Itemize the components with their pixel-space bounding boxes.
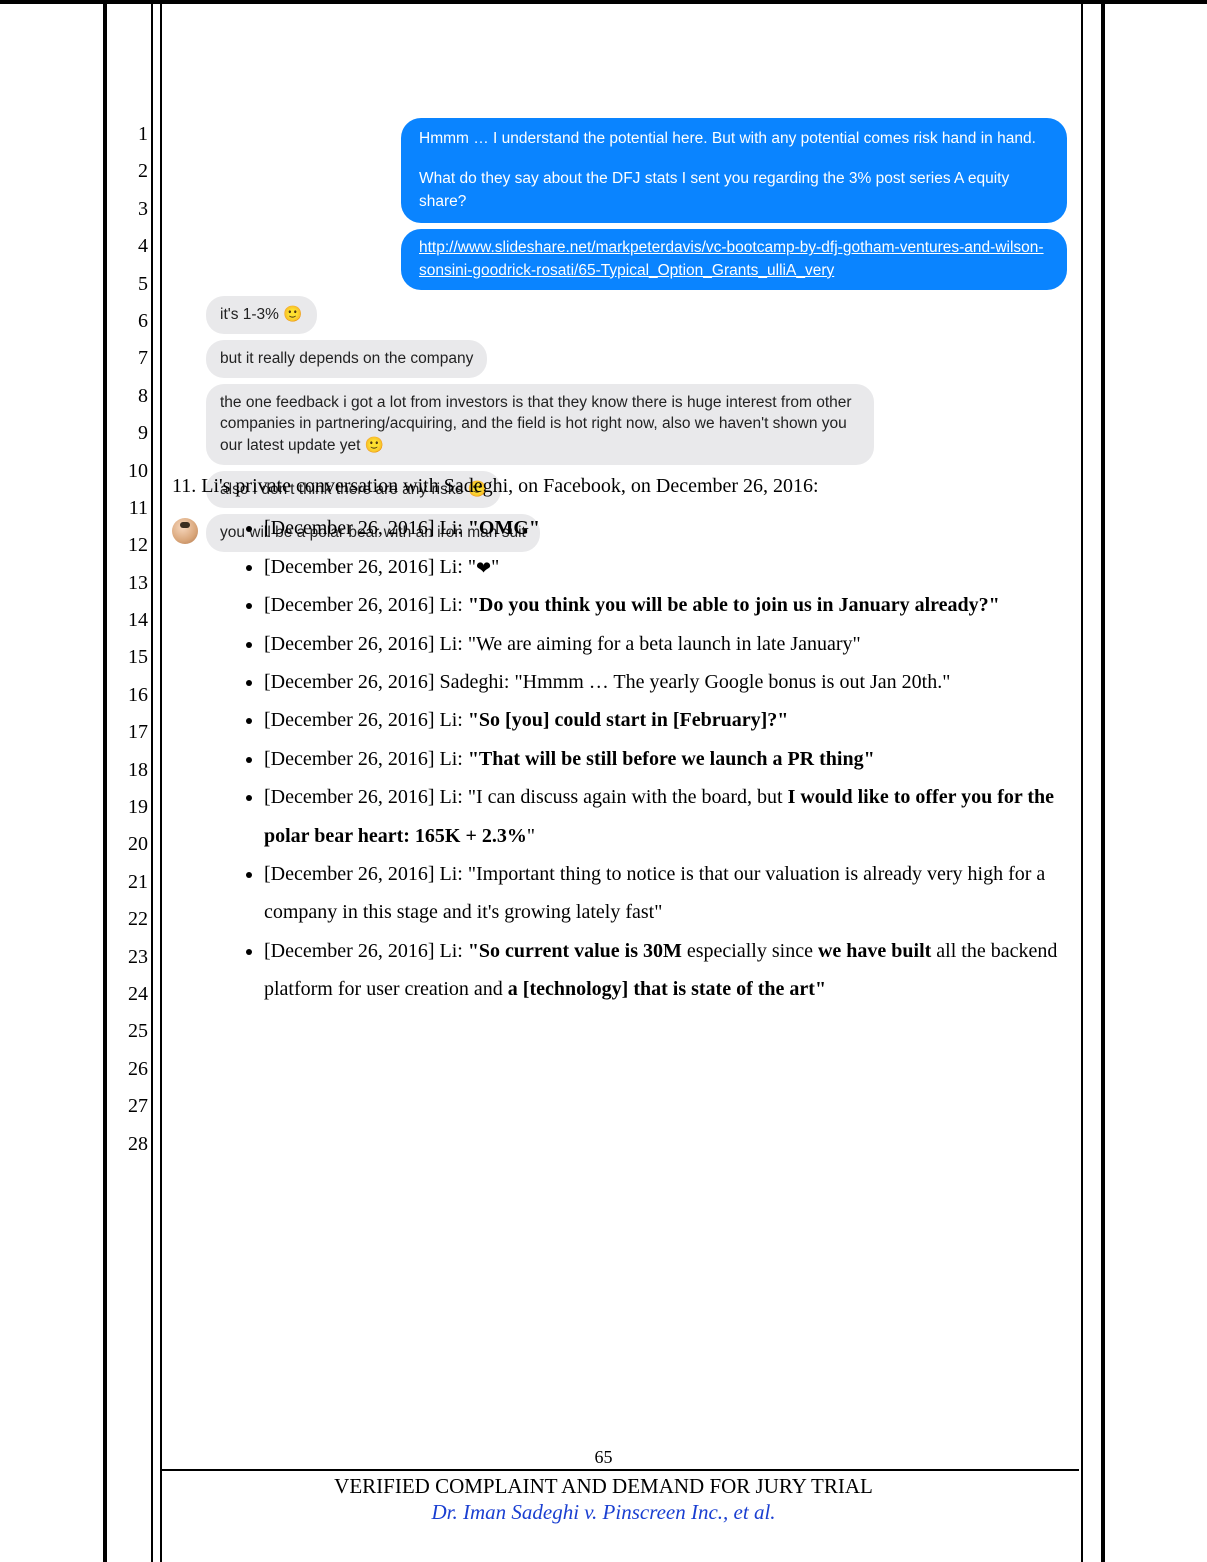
line-number: 3 [108, 191, 148, 228]
chat-bubble-received-3: the one feedback i got a lot from invest… [206, 384, 874, 465]
chat-text: What do they say about the DFJ stats I s… [419, 168, 1049, 213]
list-item: [December 26, 2016] Li: "I can discuss a… [264, 778, 1067, 855]
chat-bubble-sent-1: Hmmm … I understand the potential here. … [401, 118, 1067, 223]
chat-bubble-received-2: but it really depends on the company [206, 340, 487, 378]
line-number: 5 [108, 266, 148, 303]
line-number: 13 [108, 565, 148, 602]
rule-left [151, 0, 153, 1562]
chat-text: Hmmm … I understand the potential here. … [419, 128, 1049, 150]
line-number: 28 [108, 1126, 148, 1163]
frame-left [103, 0, 107, 1562]
line-number: 27 [108, 1088, 148, 1125]
line-number: 24 [108, 976, 148, 1013]
list-item: [December 26, 2016] Li: "So current valu… [264, 932, 1067, 1009]
chat-text: it's 1-3% [220, 306, 283, 323]
rule-right [1081, 0, 1083, 1562]
line-number: 15 [108, 639, 148, 676]
smile-emoji-icon: 🙂 [283, 306, 302, 323]
rule-left-inner [160, 0, 162, 1562]
list-item: [December 26, 2016] Li: "We are aiming f… [264, 625, 1067, 663]
smile-emoji-icon: 🙂 [365, 437, 384, 454]
footer-rule [162, 1469, 1079, 1471]
list-item: [December 26, 2016] Li: "OMG" [264, 509, 1067, 547]
chat-link[interactable]: http://www.slideshare.net/markpeterdavis… [419, 239, 1044, 278]
list-item: [December 26, 2016] Li: "So [you] could … [264, 701, 1067, 739]
line-number: 17 [108, 714, 148, 751]
line-number: 9 [108, 415, 148, 452]
line-number: 19 [108, 789, 148, 826]
list-item: [December 26, 2016] Sadeghi: "Hmmm … The… [264, 663, 1067, 701]
heart-icon: ❤ [476, 558, 491, 578]
line-number: 8 [108, 378, 148, 415]
line-number: 23 [108, 939, 148, 976]
line-number: 22 [108, 901, 148, 938]
list-item: [December 26, 2016] Li: "Do you think yo… [264, 586, 1067, 624]
chat-text: the one feedback i got a lot from invest… [220, 394, 852, 454]
line-number: 1 [108, 116, 148, 153]
list-item: [December 26, 2016] Li: "Important thing… [264, 855, 1067, 932]
page-number: 65 [0, 1447, 1207, 1468]
line-number: 7 [108, 340, 148, 377]
chat-bubble-sent-2: http://www.slideshare.net/markpeterdavis… [401, 229, 1067, 290]
paragraph-11-block: 11. Li's private conversation with Sadeg… [172, 467, 1067, 1008]
list-item: [December 26, 2016] Li: "That will be st… [264, 740, 1067, 778]
line-number: 21 [108, 864, 148, 901]
content-area: Hmmm … I understand the potential here. … [172, 0, 1067, 1562]
footer-title: VERIFIED COMPLAINT AND DEMAND FOR JURY T… [0, 1474, 1207, 1499]
line-number: 26 [108, 1051, 148, 1088]
line-number: 25 [108, 1013, 148, 1050]
bullet-list: [December 26, 2016] Li: "OMG" [December … [172, 509, 1067, 1008]
chat-bubble-received-1: it's 1-3% 🙂 [206, 296, 317, 334]
line-number: 16 [108, 677, 148, 714]
list-item: [December 26, 2016] Li: "❤" [264, 548, 1067, 586]
line-number: 2 [108, 153, 148, 190]
paragraph-lead: 11. Li's private conversation with Sadeg… [172, 467, 1067, 505]
line-number: 14 [108, 602, 148, 639]
line-number: 20 [108, 826, 148, 863]
line-number: 10 [108, 453, 148, 490]
frame-right [1101, 0, 1105, 1562]
line-number: 11 [108, 490, 148, 527]
page: 1234567891011121314151617181920212223242… [0, 0, 1207, 1562]
footer-case: Dr. Iman Sadeghi v. Pinscreen Inc., et a… [0, 1500, 1207, 1525]
line-number: 12 [108, 527, 148, 564]
line-number: 18 [108, 752, 148, 789]
line-number: 4 [108, 228, 148, 265]
line-numbers: 1234567891011121314151617181920212223242… [108, 116, 148, 1163]
line-number: 6 [108, 303, 148, 340]
